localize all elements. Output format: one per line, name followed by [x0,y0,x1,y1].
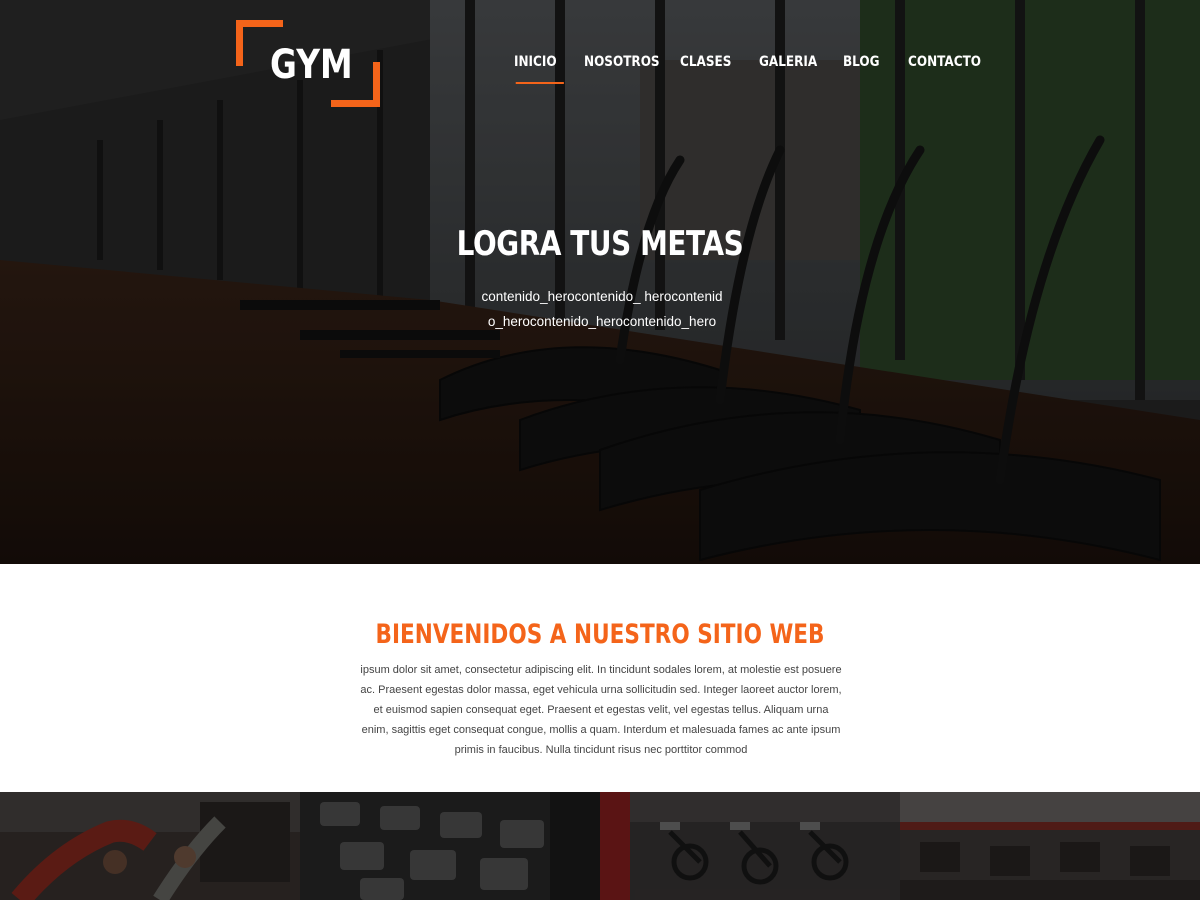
gallery-tile-shade [600,792,900,900]
hero-section: GYM INICIO NOSOTROS CLASES GALERIA BLOG … [0,0,1200,564]
gym-logo[interactable]: GYM [236,20,380,107]
gallery-tile-shade [0,792,300,900]
site-header: GYM INICIO NOSOTROS CLASES GALERIA BLOG … [0,0,1200,110]
gallery-strip [0,792,1200,900]
welcome-title: BIENVENIDOS A NUESTRO SITIO WEB [375,619,825,650]
nav-item-clases[interactable]: CLASES [680,48,731,84]
gallery-tile-stretching[interactable] [0,792,300,900]
logo-text: GYM [270,42,353,88]
welcome-section: BIENVENIDOS A NUESTRO SITIO WEB ipsum do… [0,564,1200,792]
gallery-tile-bikes[interactable] [600,792,900,900]
nav-item-contacto[interactable]: CONTACTO [908,48,981,84]
gallery-tile-shade [900,792,1200,900]
gallery-tile-shade [300,792,600,900]
welcome-text: ipsum dolor sit amet, consectetur adipis… [360,664,842,756]
gallery-tile-dumbbells[interactable] [300,792,600,900]
nav-item-galeria[interactable]: GALERIA [759,48,817,84]
nav-item-nosotros[interactable]: NOSOTROS [584,48,660,84]
gallery-tile-gym-floor[interactable] [900,792,1200,900]
nav-item-inicio[interactable]: INICIO [514,48,564,84]
nav-item-blog[interactable]: BLOG [843,48,880,84]
hero-text: contenido_herocontenido_ herocontenido_h… [481,289,723,329]
hero-title: LOGRA TUS METAS [456,224,744,264]
